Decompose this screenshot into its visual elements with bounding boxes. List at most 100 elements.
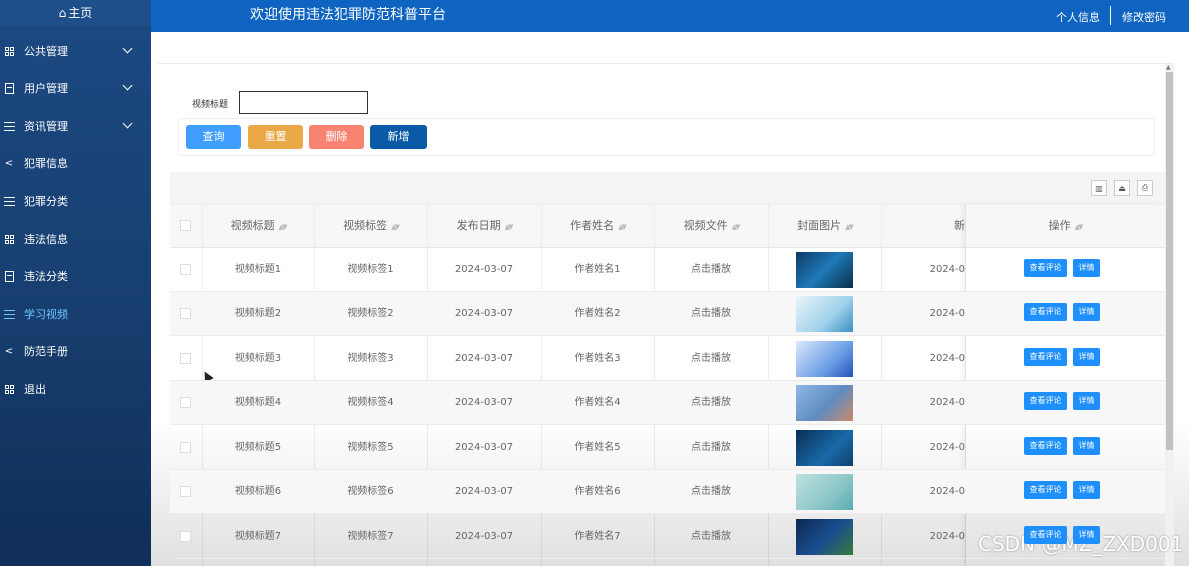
change-password-link[interactable]: 修改密码 bbox=[1122, 9, 1166, 25]
sort-icon[interactable]: ▲▼ bbox=[732, 223, 741, 231]
sidebar-item-logout[interactable]: 退出 bbox=[0, 377, 151, 401]
doc-icon bbox=[3, 82, 15, 94]
detail-button[interactable]: 详情 bbox=[1073, 303, 1100, 321]
user-info-link[interactable]: 个人信息 bbox=[1056, 9, 1100, 25]
row-checkbox[interactable] bbox=[180, 397, 191, 408]
sidebar-item-label: 学习视频 bbox=[24, 308, 68, 321]
author-name-cell: 作者姓名2 bbox=[574, 308, 621, 319]
column-header[interactable]: 作者姓名 ▲▼ bbox=[541, 204, 654, 248]
video-title-cell: 视频标题4 bbox=[234, 397, 282, 408]
row-checkbox[interactable] bbox=[180, 486, 191, 497]
sort-icon[interactable]: ▲▼ bbox=[618, 223, 627, 231]
video-file-link[interactable]: 点击播放 bbox=[654, 426, 768, 470]
export-icon[interactable]: ⏏ bbox=[1114, 180, 1130, 196]
home-link[interactable]: ⌂ 主页 bbox=[0, 0, 151, 26]
sidebar-item-user[interactable]: 用户管理 bbox=[0, 76, 151, 100]
sidebar-item-label: 防范手册 bbox=[24, 345, 68, 358]
detail-button[interactable]: 详情 bbox=[1073, 348, 1100, 366]
video-file-link[interactable]: 点击播放 bbox=[654, 337, 768, 381]
sidebar-item-public[interactable]: 公共管理 bbox=[0, 39, 151, 63]
reset-button[interactable]: 重置 bbox=[248, 125, 303, 149]
row-checkbox[interactable] bbox=[180, 442, 191, 453]
detail-button[interactable]: 详情 bbox=[1073, 392, 1100, 410]
row-checkbox[interactable] bbox=[180, 531, 191, 542]
share-icon: < bbox=[4, 157, 14, 169]
publish-date-cell: 2024-03-07 bbox=[454, 442, 514, 453]
extra-date-cell: 2024-0 bbox=[929, 486, 965, 497]
video-tag-cell: 视频标签3 bbox=[347, 353, 394, 364]
sidebar-item-crime-category[interactable]: 犯罪分类 bbox=[0, 189, 151, 213]
view-comments-button[interactable]: 查看评论 bbox=[1024, 303, 1067, 321]
column-header-label: 视频标题 bbox=[230, 219, 275, 232]
share-icon: < bbox=[4, 345, 14, 357]
sidebar-item-study-video[interactable]: 学习视频 bbox=[0, 302, 151, 326]
video-file-link[interactable]: 点击播放 bbox=[654, 470, 768, 514]
list-icon bbox=[3, 195, 15, 207]
sidebar-item-illegal-info[interactable]: 违法信息 bbox=[0, 227, 151, 251]
cover-image[interactable] bbox=[796, 385, 853, 421]
cover-image[interactable] bbox=[796, 474, 853, 510]
detail-button[interactable]: 详情 bbox=[1073, 437, 1100, 455]
sidebar-item-crime-info[interactable]: < 犯罪信息 bbox=[0, 151, 151, 175]
column-header[interactable]: 视频标签 ▲▼ bbox=[314, 204, 427, 248]
column-header-label: 作者姓名 bbox=[570, 219, 615, 232]
row-checkbox[interactable] bbox=[180, 308, 191, 319]
column-header-label: 视频文件 bbox=[683, 219, 728, 232]
column-header[interactable]: 封面图片 ▲▼ bbox=[768, 204, 881, 248]
author-name-cell: 作者姓名1 bbox=[574, 264, 621, 275]
column-header[interactable]: 视频文件 ▲▼ bbox=[654, 204, 768, 248]
view-comments-button[interactable]: 查看评论 bbox=[1024, 348, 1067, 366]
cover-image[interactable] bbox=[796, 341, 853, 377]
view-comments-button[interactable]: 查看评论 bbox=[1024, 526, 1067, 544]
sidebar-item-prevention-manual[interactable]: < 防范手册 bbox=[0, 339, 151, 363]
video-file-link[interactable]: 点击播放 bbox=[654, 292, 768, 336]
row-checkbox[interactable] bbox=[180, 353, 191, 364]
sort-icon[interactable]: ▲▼ bbox=[279, 223, 288, 231]
cover-image[interactable] bbox=[796, 252, 853, 288]
detail-button[interactable]: 详情 bbox=[1073, 526, 1100, 544]
video-file-link[interactable]: 点击播放 bbox=[654, 381, 768, 425]
delete-button[interactable]: 删除 bbox=[309, 125, 364, 149]
column-header[interactable]: 发布日期 ▲▼ bbox=[427, 204, 541, 248]
column-header-label: 视频标签 bbox=[343, 219, 388, 232]
cover-image[interactable] bbox=[796, 296, 853, 332]
view-comments-button[interactable]: 查看评论 bbox=[1024, 481, 1067, 499]
query-button[interactable]: 查询 bbox=[186, 125, 241, 149]
add-button[interactable]: 新增 bbox=[370, 125, 427, 149]
columns-icon[interactable]: ▥ bbox=[1091, 180, 1107, 196]
publish-date-cell: 2024-03-07 bbox=[454, 308, 514, 319]
detail-button[interactable]: 详情 bbox=[1073, 259, 1100, 277]
cover-image[interactable] bbox=[796, 430, 853, 466]
sort-icon[interactable]: ▲▼ bbox=[845, 223, 854, 231]
view-comments-button[interactable]: 查看评论 bbox=[1024, 259, 1067, 277]
view-comments-button[interactable]: 查看评论 bbox=[1024, 392, 1067, 410]
sort-icon[interactable]: ▲▼ bbox=[391, 223, 400, 231]
sort-icon[interactable]: ▲▼ bbox=[1075, 223, 1084, 231]
sidebar-item-label: 公共管理 bbox=[24, 45, 68, 58]
column-header[interactable]: 操作 ▲▼ bbox=[965, 204, 1165, 248]
video-file-link[interactable]: 点击播放 bbox=[654, 248, 768, 292]
sidebar-item-label: 资讯管理 bbox=[24, 120, 68, 133]
sort-icon[interactable]: ▲▼ bbox=[505, 223, 514, 231]
detail-button[interactable]: 详情 bbox=[1073, 481, 1100, 499]
grid-icon bbox=[3, 233, 15, 245]
row-checkbox[interactable] bbox=[180, 264, 191, 275]
search-input[interactable] bbox=[239, 91, 368, 114]
content-divider bbox=[158, 63, 1174, 64]
sidebar-item-illegal-category[interactable]: 违法分类 bbox=[0, 264, 151, 288]
extra-date-cell: 2024-0 bbox=[929, 442, 965, 453]
column-header-label: 封面图片 bbox=[797, 219, 842, 232]
sidebar-item-news[interactable]: 资讯管理 bbox=[0, 114, 151, 138]
column-header[interactable]: 视频标题 ▲▼ bbox=[202, 204, 314, 248]
scrollbar-thumb[interactable] bbox=[1166, 72, 1173, 450]
select-all-checkbox[interactable] bbox=[180, 220, 191, 231]
view-comments-button[interactable]: 查看评论 bbox=[1024, 437, 1067, 455]
print-icon[interactable]: ⎙ bbox=[1137, 180, 1153, 196]
cover-image[interactable] bbox=[796, 519, 853, 555]
grid-icon bbox=[3, 383, 15, 395]
scroll-up-icon[interactable]: ▲ bbox=[1166, 64, 1171, 71]
video-title-cell: 视频标题1 bbox=[234, 264, 282, 275]
sidebar-item-label: 违法信息 bbox=[24, 233, 68, 246]
video-file-link[interactable]: 点击播放 bbox=[654, 515, 768, 559]
column-header[interactable]: 新 bbox=[881, 204, 965, 248]
